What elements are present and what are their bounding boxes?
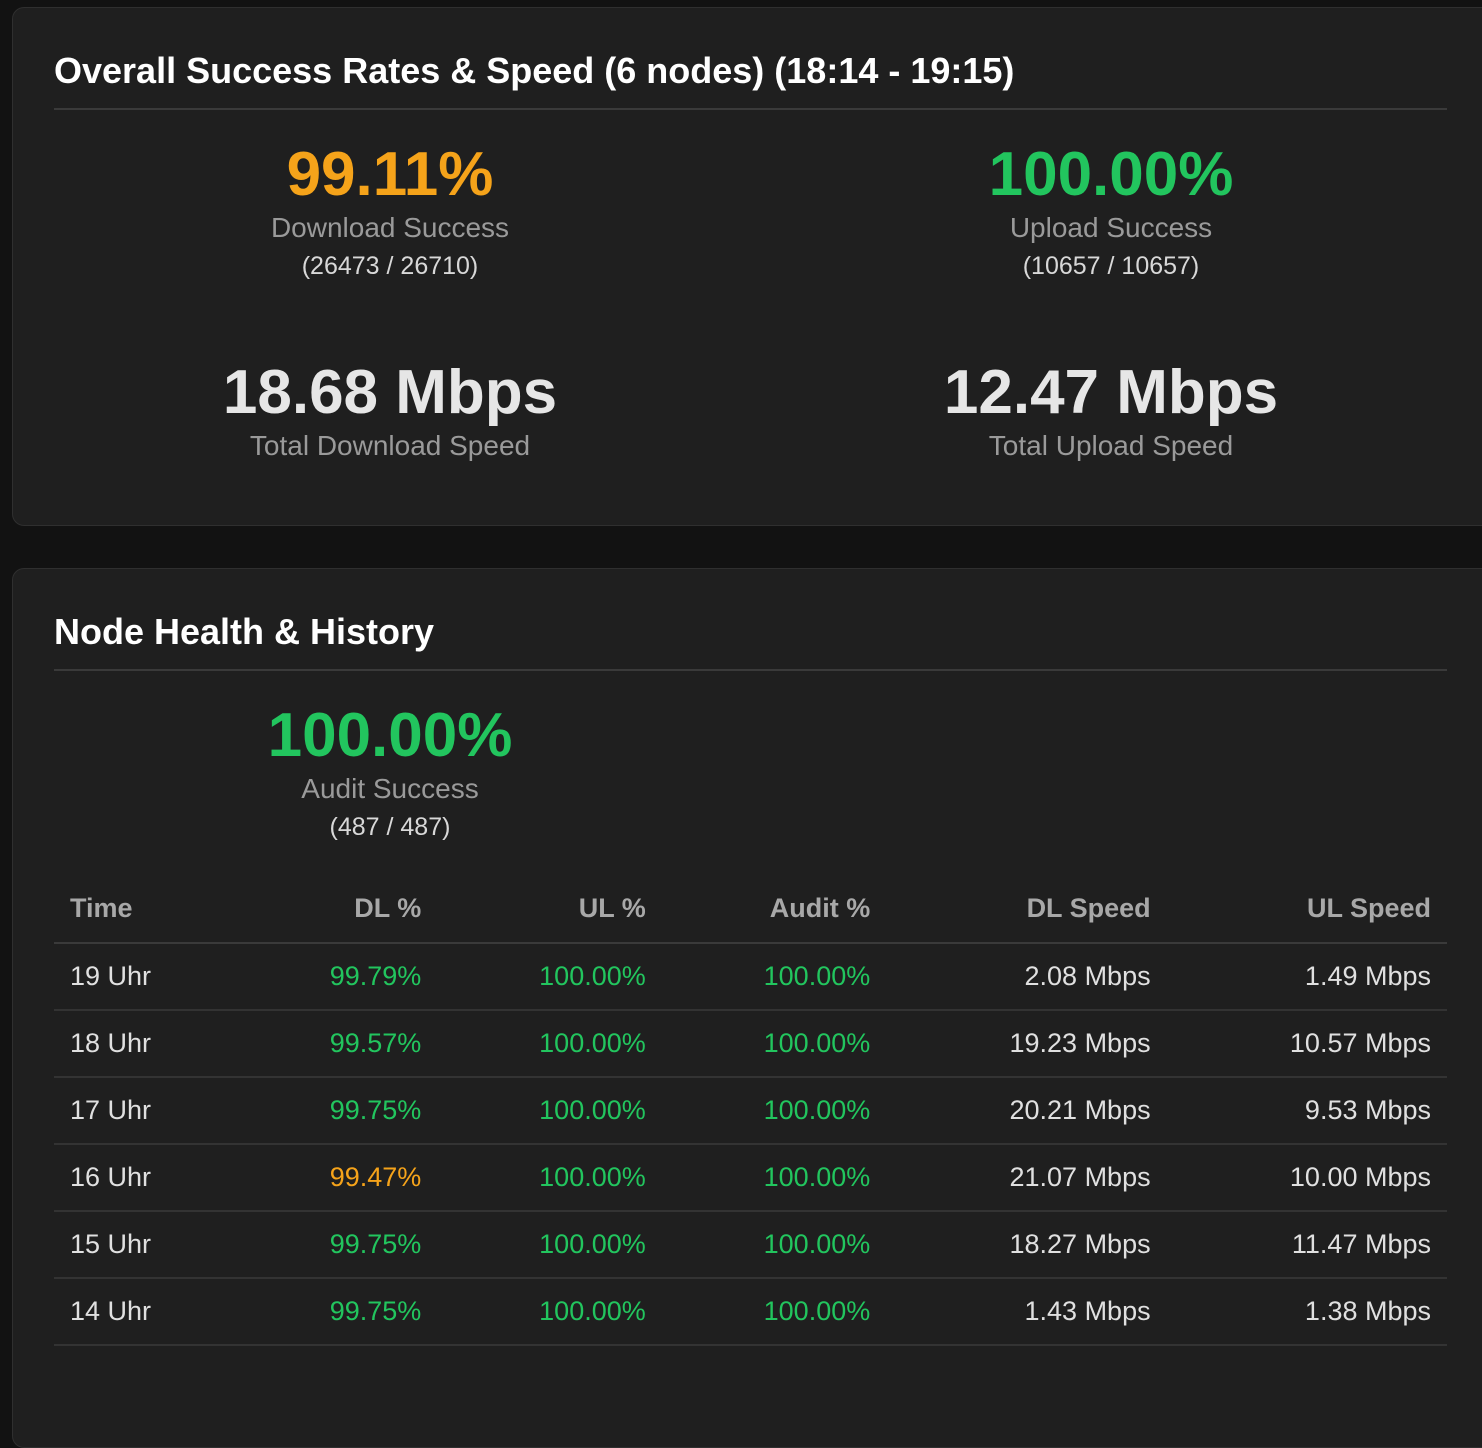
history-table: Time DL % UL % Audit % DL Speed UL Speed… bbox=[54, 874, 1447, 1346]
history-header-row: Time DL % UL % Audit % DL Speed UL Speed bbox=[54, 874, 1447, 944]
row-dl-speed: 18.27 Mbps bbox=[886, 1211, 1167, 1279]
audit-success-stat: 100.00% Audit Success (487 / 487) bbox=[30, 705, 750, 842]
row-audit-pct: 100.00% bbox=[661, 1010, 887, 1078]
upload-speed-value: 12.47 Mbps bbox=[943, 358, 1279, 427]
row-dl-speed: 19.23 Mbps bbox=[886, 1010, 1167, 1078]
download-success-label: Download Success bbox=[270, 212, 510, 243]
upload-speed-stat: 12.47 Mbps Total Upload Speed bbox=[751, 362, 1471, 462]
row-audit-pct: 100.00% bbox=[661, 1144, 887, 1212]
download-speed-value: 18.68 Mbps bbox=[222, 358, 558, 427]
row-ul-speed: 1.38 Mbps bbox=[1166, 1278, 1447, 1346]
column-header-dl-speed: DL Speed bbox=[886, 874, 1167, 944]
column-header-ul-speed: UL Speed bbox=[1166, 874, 1447, 944]
row-time: 17 Uhr bbox=[54, 1077, 238, 1145]
row-ul-speed: 10.57 Mbps bbox=[1166, 1010, 1447, 1078]
row-ul-speed: 10.00 Mbps bbox=[1166, 1144, 1447, 1212]
audit-success-count: (487 / 487) bbox=[329, 813, 451, 841]
table-row: 16 Uhr 99.47% 100.00% 100.00% 21.07 Mbps… bbox=[54, 1144, 1447, 1212]
table-row: 18 Uhr 99.57% 100.00% 100.00% 19.23 Mbps… bbox=[54, 1010, 1447, 1078]
upload-speed-label: Total Upload Speed bbox=[988, 430, 1234, 461]
row-ul-pct: 100.00% bbox=[437, 1144, 662, 1212]
audit-success-label: Audit Success bbox=[301, 773, 479, 804]
row-time: 14 Uhr bbox=[54, 1278, 238, 1346]
row-ul-speed: 1.49 Mbps bbox=[1166, 943, 1447, 1011]
column-header-time: Time bbox=[54, 874, 238, 944]
row-time: 16 Uhr bbox=[54, 1144, 238, 1212]
row-ul-speed: 9.53 Mbps bbox=[1166, 1077, 1447, 1145]
row-ul-pct: 100.00% bbox=[437, 1010, 662, 1078]
table-row: 14 Uhr 99.75% 100.00% 100.00% 1.43 Mbps … bbox=[54, 1278, 1447, 1346]
row-dl-pct: 99.57% bbox=[237, 1010, 438, 1078]
row-dl-pct: 99.79% bbox=[237, 943, 438, 1011]
download-speed-label: Total Download Speed bbox=[249, 430, 531, 461]
row-dl-pct: 99.75% bbox=[237, 1211, 438, 1279]
row-audit-pct: 100.00% bbox=[661, 1211, 887, 1279]
row-ul-pct: 100.00% bbox=[437, 943, 662, 1011]
upload-success-count: (10657 / 10657) bbox=[1022, 252, 1200, 280]
row-ul-pct: 100.00% bbox=[437, 1077, 662, 1145]
column-header-audit-pct: Audit % bbox=[661, 874, 887, 944]
row-audit-pct: 100.00% bbox=[661, 1077, 887, 1145]
row-time: 19 Uhr bbox=[54, 943, 238, 1011]
row-dl-pct: 99.75% bbox=[237, 1278, 438, 1346]
table-row: 15 Uhr 99.75% 100.00% 100.00% 18.27 Mbps… bbox=[54, 1211, 1447, 1279]
table-row: 17 Uhr 99.75% 100.00% 100.00% 20.21 Mbps… bbox=[54, 1077, 1447, 1145]
row-dl-pct: 99.75% bbox=[237, 1077, 438, 1145]
column-header-ul-pct: UL % bbox=[437, 874, 662, 944]
row-time: 15 Uhr bbox=[54, 1211, 238, 1279]
column-header-dl-pct: DL % bbox=[237, 874, 438, 944]
node-health-title: Node Health & History bbox=[54, 611, 1447, 671]
upload-success-stat: 100.00% Upload Success (10657 / 10657) bbox=[751, 144, 1471, 281]
row-dl-speed: 2.08 Mbps bbox=[886, 943, 1167, 1011]
row-ul-pct: 100.00% bbox=[437, 1278, 662, 1346]
download-success-stat: 99.11% Download Success (26473 / 26710) bbox=[30, 144, 750, 281]
row-audit-pct: 100.00% bbox=[661, 1278, 887, 1346]
row-audit-pct: 100.00% bbox=[661, 943, 887, 1011]
download-speed-stat: 18.68 Mbps Total Download Speed bbox=[30, 362, 750, 462]
row-ul-speed: 11.47 Mbps bbox=[1166, 1211, 1447, 1279]
row-dl-speed: 20.21 Mbps bbox=[886, 1077, 1167, 1145]
upload-success-value: 100.00% bbox=[988, 140, 1234, 209]
row-dl-speed: 1.43 Mbps bbox=[886, 1278, 1167, 1346]
row-time: 18 Uhr bbox=[54, 1010, 238, 1078]
row-dl-speed: 21.07 Mbps bbox=[886, 1144, 1167, 1212]
table-row: 19 Uhr 99.79% 100.00% 100.00% 2.08 Mbps … bbox=[54, 943, 1447, 1011]
download-success-count: (26473 / 26710) bbox=[301, 252, 479, 280]
overall-card: Overall Success Rates & Speed (6 nodes) … bbox=[12, 7, 1482, 526]
upload-success-label: Upload Success bbox=[1009, 212, 1213, 243]
row-ul-pct: 100.00% bbox=[437, 1211, 662, 1279]
download-success-value: 99.11% bbox=[286, 140, 494, 209]
row-dl-pct: 99.47% bbox=[237, 1144, 438, 1212]
audit-success-value: 100.00% bbox=[267, 701, 513, 770]
node-health-card: Node Health & History 100.00% Audit Succ… bbox=[12, 568, 1482, 1448]
overall-title: Overall Success Rates & Speed (6 nodes) … bbox=[54, 50, 1447, 110]
